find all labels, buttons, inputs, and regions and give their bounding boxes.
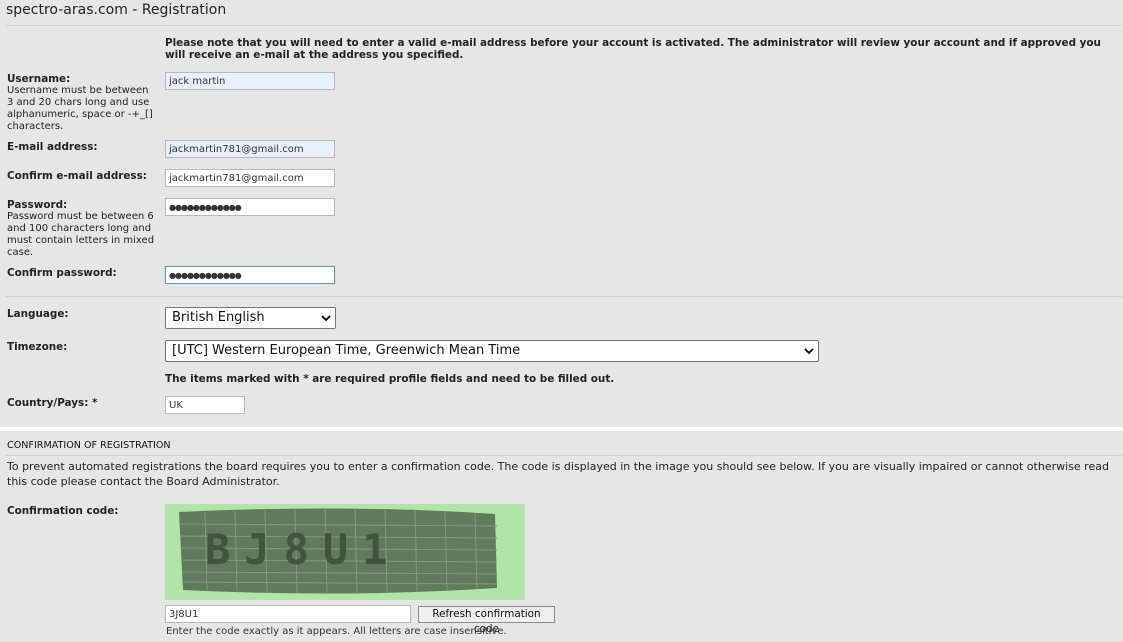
captcha-image: BJ8U1: [165, 504, 525, 600]
chevron-down-icon: [321, 315, 331, 322]
page-title: spectro-aras.com - Registration: [6, 2, 227, 18]
confirmation-code-label: Confirmation code:: [7, 505, 119, 517]
confirm-email-label: Confirm e-mail address:: [7, 170, 147, 182]
language-select[interactable]: British English: [165, 307, 336, 329]
confirmation-code-input[interactable]: [165, 605, 411, 623]
password-hint: Password must be between 6 and 100 chara…: [7, 211, 155, 258]
chevron-down-icon: [804, 348, 814, 355]
password-input[interactable]: [165, 198, 335, 216]
country-input[interactable]: [165, 396, 245, 414]
divider: [6, 296, 1123, 297]
email-label: E-mail address:: [7, 141, 98, 153]
email-input[interactable]: [165, 140, 335, 158]
password-label: Password:: [7, 199, 68, 211]
username-input[interactable]: [165, 72, 335, 90]
registration-notice: Please note that you will need to enter …: [165, 37, 1101, 61]
confirm-password-input[interactable]: [165, 266, 335, 284]
username-hint: Username must be between 3 and 20 chars …: [7, 85, 153, 132]
timezone-label: Timezone:: [7, 341, 68, 353]
confirmation-code-hint: Enter the code exactly as it appears. Al…: [166, 626, 507, 637]
timezone-select[interactable]: [UTC] Western European Time, Greenwich M…: [165, 340, 819, 362]
required-fields-note: The items marked with * are required pro…: [165, 373, 615, 385]
divider: [6, 455, 1123, 456]
section-separator: [0, 427, 1123, 431]
board-administrator-link[interactable]: Board Administrator: [166, 475, 276, 488]
username-label: Username:: [7, 73, 71, 85]
country-label: Country/Pays: *: [7, 397, 98, 409]
captcha-mesh: BJ8U1: [178, 507, 498, 595]
divider: [6, 25, 1123, 26]
confirm-password-label: Confirm password:: [7, 267, 117, 279]
confirm-email-input[interactable]: [165, 169, 335, 187]
language-label: Language:: [7, 308, 69, 320]
refresh-confirmation-code-button[interactable]: Refresh confirmation code: [418, 606, 555, 635]
language-selected: British English: [172, 310, 265, 325]
section-title: CONFIRMATION OF REGISTRATION: [7, 440, 171, 451]
captcha-text: BJ8U1: [205, 525, 401, 574]
timezone-selected: [UTC] Western European Time, Greenwich M…: [172, 343, 521, 358]
confirmation-description: To prevent automated registrations the b…: [7, 460, 1109, 488]
